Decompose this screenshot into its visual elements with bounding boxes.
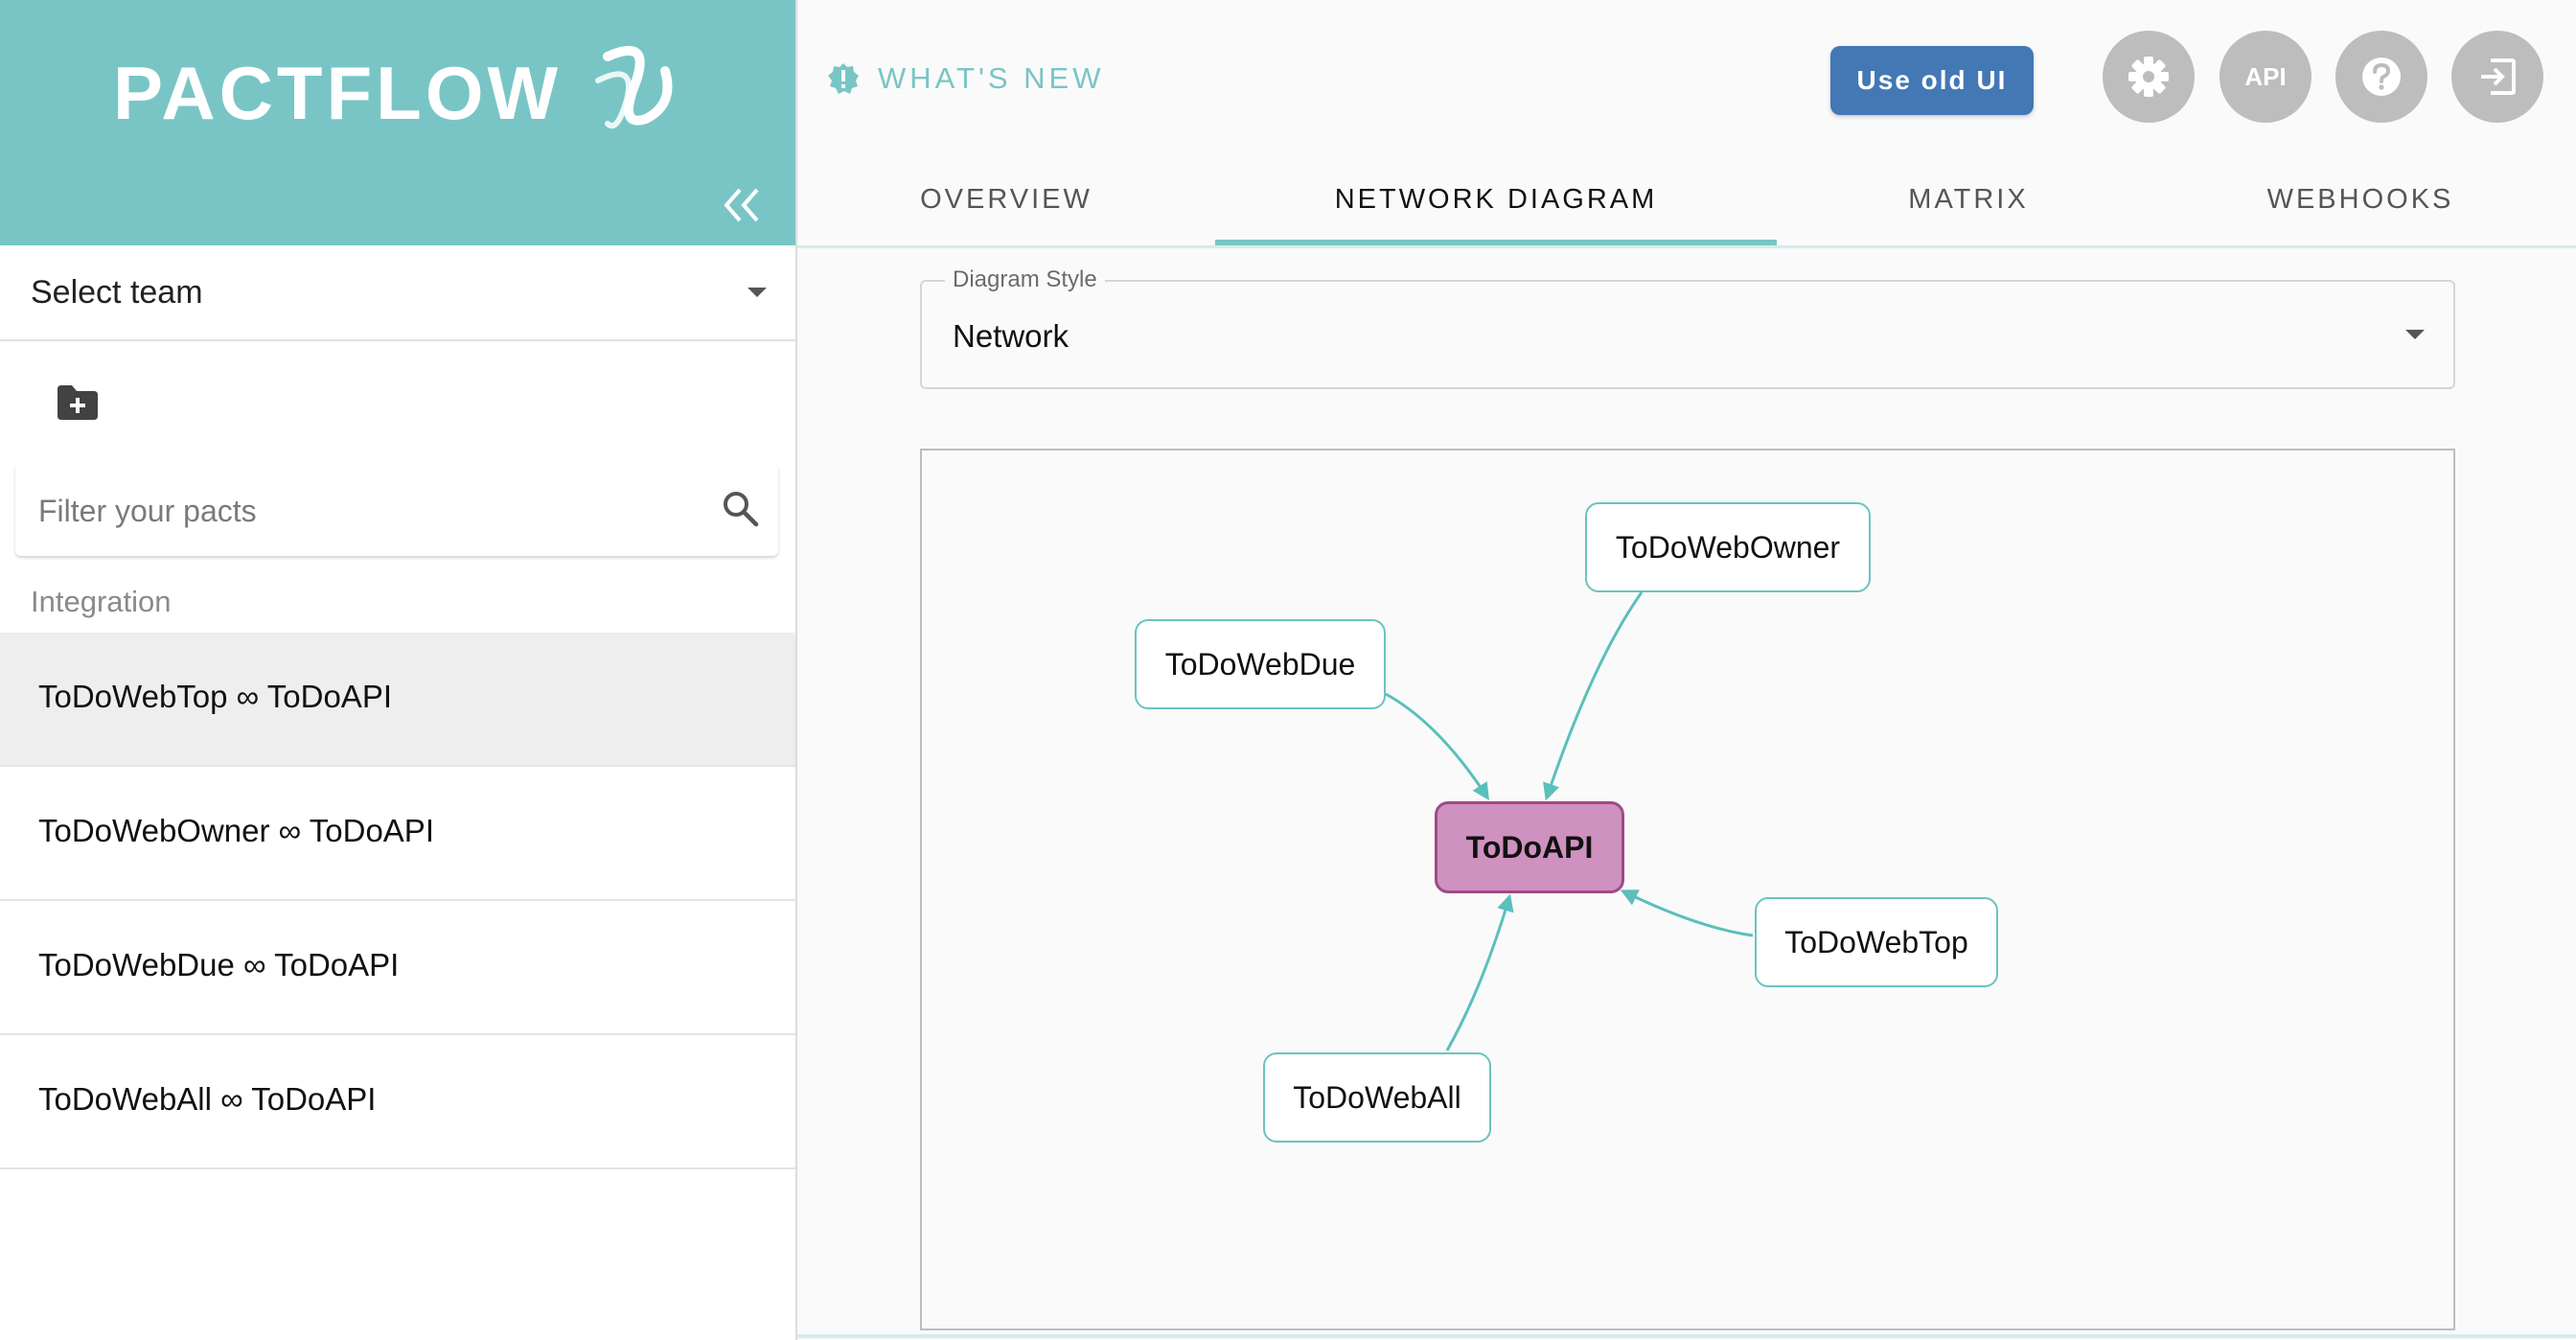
node-todowebdue[interactable]: ToDoWebDue <box>1135 619 1386 709</box>
tab-matrix[interactable]: MATRIX <box>1777 169 2160 245</box>
tab-overview[interactable]: OVERVIEW <box>797 169 1215 245</box>
node-todowebowner[interactable]: ToDoWebOwner <box>1585 502 1871 592</box>
double-chevron-left-icon <box>724 188 759 222</box>
pactflow-logo-text: PACTFLOW <box>113 51 563 135</box>
diagram-style-value: Network <box>953 318 1070 354</box>
settings-icon <box>2128 57 2169 97</box>
list-item-label: ToDoWebAll ∞ ToDoAPI <box>38 1081 377 1117</box>
edge-todowebtop-todoapi <box>1620 889 1754 937</box>
active-tab-indicator <box>1215 240 1777 245</box>
tab-network-diagram[interactable]: NETWORK DIAGRAM <box>1215 169 1777 245</box>
search-icon[interactable] <box>721 489 759 527</box>
node-todoweball[interactable]: ToDoWebAll <box>1263 1052 1491 1143</box>
edge-todowebowner-todoapi <box>1543 591 1644 801</box>
badge-alert-icon <box>828 63 859 94</box>
edge-todowebal-todoapi <box>1445 893 1514 1051</box>
logout-button[interactable] <box>2451 31 2543 123</box>
sidebar: PACTFLOW Select team Integration <box>0 0 797 1340</box>
node-todowebtop[interactable]: ToDoWebTop <box>1755 897 1998 987</box>
diagram-style-label: Diagram Style <box>945 266 1105 293</box>
diagram-style-select[interactable]: Diagram Style Network <box>920 266 2455 389</box>
new-folder-button[interactable] <box>56 383 100 422</box>
list-item-label: ToDoWebDue ∞ ToDoAPI <box>38 947 400 982</box>
list-item[interactable]: ToDoWebDue ∞ ToDoAPI <box>0 901 795 1035</box>
whats-new-label: WHAT'S NEW <box>878 61 1105 95</box>
tab-webhooks-label: WEBHOOKS <box>2266 184 2454 215</box>
integration-section-label: Integration <box>31 585 172 618</box>
logout-icon <box>2481 58 2516 95</box>
tab-overview-label: OVERVIEW <box>920 184 1092 215</box>
content-bottom-border <box>797 1334 2576 1338</box>
help-icon <box>2362 58 2401 96</box>
network-diagram-canvas[interactable]: ToDoWebOwner ToDoWebDue ToDoAPI ToDoWebT… <box>920 449 2455 1330</box>
list-item[interactable]: ToDoWebAll ∞ ToDoAPI <box>0 1035 795 1169</box>
team-select-label: Select team <box>31 274 203 311</box>
pact-list: ToDoWebTop ∞ ToDoAPI ToDoWebOwner ∞ ToDo… <box>0 633 795 1169</box>
brand-header: PACTFLOW <box>0 0 795 245</box>
node-todoapi[interactable]: ToDoAPI <box>1435 801 1624 893</box>
collapse-sidebar-button[interactable] <box>715 180 769 230</box>
api-icon: API <box>2244 61 2287 91</box>
list-item[interactable]: ToDoWebOwner ∞ ToDoAPI <box>0 767 795 901</box>
list-item[interactable]: ToDoWebTop ∞ ToDoAPI <box>0 633 795 767</box>
list-item-label: ToDoWebOwner ∞ ToDoAPI <box>38 813 434 848</box>
help-button[interactable] <box>2335 31 2427 123</box>
settings-button[interactable] <box>2103 31 2195 123</box>
filter-pacts <box>15 464 778 556</box>
tab-matrix-label: MATRIX <box>1908 184 2029 215</box>
whats-new-link[interactable]: WHAT'S NEW <box>826 61 1105 96</box>
tab-network-diagram-label: NETWORK DIAGRAM <box>1334 184 1658 215</box>
folder-plus-icon <box>58 385 98 420</box>
edge-todowebdue-todoapi <box>1385 692 1489 801</box>
team-select[interactable]: Select team <box>0 245 795 341</box>
chevron-down-icon <box>2405 330 2425 339</box>
tab-bar: OVERVIEW NETWORK DIAGRAM MATRIX WEBHOOKS <box>797 169 2576 248</box>
pactflow-logo-icon <box>595 45 673 129</box>
api-button[interactable]: API <box>2220 31 2312 123</box>
filter-pacts-input[interactable] <box>36 481 702 541</box>
list-item-label: ToDoWebTop ∞ ToDoAPI <box>38 679 392 714</box>
use-old-ui-button[interactable]: Use old UI <box>1830 46 2034 115</box>
tab-webhooks[interactable]: WEBHOOKS <box>2160 169 2561 245</box>
chevron-down-icon <box>748 288 767 297</box>
